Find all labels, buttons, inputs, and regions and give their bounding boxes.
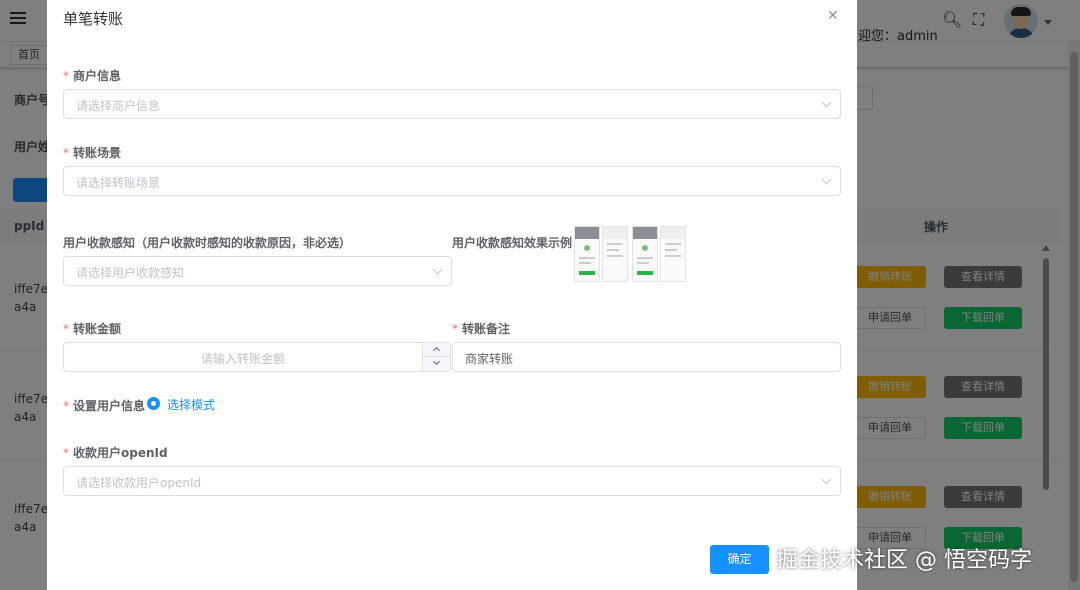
chevron-down-icon (821, 97, 832, 108)
select-mode-label[interactable]: 选择模式 (167, 396, 215, 413)
confirm-button[interactable]: 确定 (710, 545, 769, 574)
scene-placeholder: 请选择转账场景 (76, 176, 161, 190)
merchant-select[interactable]: 请选择商户信息 (63, 89, 841, 119)
chevron-down-icon (432, 264, 443, 275)
chevron-down-icon (432, 357, 441, 366)
perception-example-label: 用户收款感知效果示例 (452, 236, 573, 250)
chevron-down-icon (821, 474, 832, 485)
chevron-down-icon (821, 174, 832, 185)
amount-stepper (422, 343, 451, 371)
openid-placeholder: 请选择收款用户openId (76, 476, 202, 490)
amount-placeholder: 请输入转账金额 (200, 352, 285, 366)
watermark-text: 掘金技术社区 @ 悟空码字 (776, 548, 1032, 573)
perception-label: 用户收款感知（用户收款时感知的收款原因，非必选） (63, 236, 352, 250)
amount-label: * 转账金额 (63, 322, 122, 336)
user-info-label: * 设置用户信息 (63, 399, 146, 413)
amount-input[interactable]: 请输入转账金额 (63, 342, 451, 372)
remark-label: * 转账备注 (452, 322, 511, 336)
scene-label: * 转账场景 (63, 146, 122, 160)
perception-placeholder: 请选择用户收款感知 (76, 266, 185, 280)
openid-select[interactable]: 请选择收款用户openId (63, 466, 841, 496)
perception-select[interactable]: 请选择用户收款感知 (63, 256, 452, 286)
dialog-title: 单笔转账 (63, 10, 124, 28)
scene-select[interactable]: 请选择转账场景 (63, 166, 841, 196)
remark-input[interactable]: 商家转账 (452, 342, 841, 372)
merchant-label: * 商户信息 (63, 69, 122, 83)
decrease-button[interactable] (423, 357, 451, 371)
transfer-dialog: 单笔转账 ✕ * 商户信息 请选择商户信息 * 转账场景 请选择转账场景 用户收款感… (47, 0, 857, 590)
increase-button[interactable] (423, 343, 451, 357)
select-mode-radio[interactable] (147, 397, 160, 410)
close-icon[interactable]: ✕ (827, 8, 839, 24)
perception-example-image[interactable] (574, 226, 688, 284)
chevron-up-icon (432, 346, 441, 355)
remark-value: 商家转账 (465, 352, 514, 366)
merchant-placeholder: 请选择商户信息 (76, 99, 161, 113)
openid-label: * 收款用户openId (63, 446, 168, 460)
